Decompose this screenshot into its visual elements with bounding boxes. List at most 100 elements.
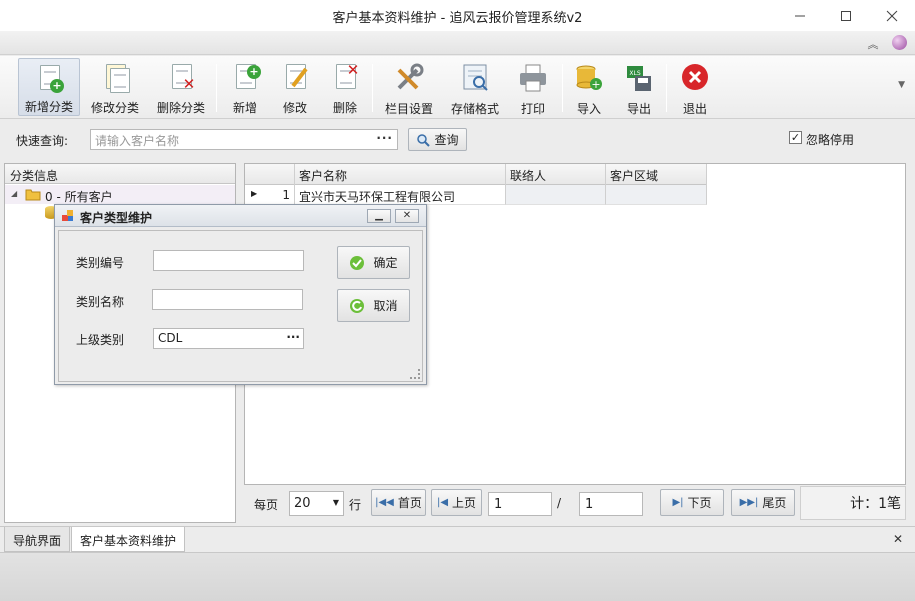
- import-icon: +: [573, 62, 605, 94]
- next-page-icon: ▶|: [672, 497, 684, 508]
- exit-button[interactable]: 退出: [672, 58, 718, 116]
- export-icon: XLS: [623, 62, 655, 94]
- table-row[interactable]: ▶ 1 宜兴市天马环保工程有限公司: [245, 185, 707, 205]
- dialog-app-icon: [62, 210, 73, 221]
- grid-header-indicator: [245, 164, 295, 185]
- close-tab-icon[interactable]: ✕: [893, 532, 903, 546]
- expand-arrow-icon[interactable]: ◢: [11, 189, 17, 198]
- column-settings-button[interactable]: 栏目设置: [378, 58, 440, 116]
- exit-icon: [679, 62, 711, 94]
- grid-header-contact[interactable]: 联络人: [506, 164, 606, 185]
- category-code-input[interactable]: [153, 250, 304, 271]
- collapse-ribbon-icon[interactable]: ︽: [865, 36, 881, 51]
- prev-page-button[interactable]: |◀ 上页: [431, 489, 482, 516]
- category-name-label: 类别名称: [76, 295, 125, 309]
- add-category-icon: +: [33, 63, 65, 93]
- document-tabs: 导航界面 客户基本资料维护 ✕: [0, 526, 915, 552]
- edit-category-icon: [99, 62, 131, 93]
- add-category-button[interactable]: + 新增分类: [18, 58, 80, 116]
- edit-button[interactable]: 修改: [272, 58, 318, 116]
- ellipsis-icon[interactable]: ···: [376, 131, 393, 145]
- current-page-input[interactable]: 1: [488, 492, 552, 516]
- cancel-button[interactable]: 取消: [337, 289, 410, 322]
- ok-button[interactable]: 确定: [337, 246, 410, 279]
- ellipsis-icon[interactable]: ···: [286, 330, 300, 344]
- tools-icon: [393, 62, 425, 94]
- cell-name[interactable]: 宜兴市天马环保工程有限公司: [295, 185, 506, 205]
- search-button-label: 查询: [434, 133, 459, 147]
- grid-header: 客户名称 联络人 客户区域: [245, 164, 707, 185]
- per-page-select[interactable]: 20 ▼: [289, 491, 344, 516]
- quick-search-label: 快速查询:: [16, 134, 69, 148]
- status-bar: [0, 552, 915, 601]
- add-button[interactable]: + 新增: [222, 58, 268, 116]
- print-button[interactable]: 打印: [510, 58, 556, 116]
- add-icon: +: [229, 62, 261, 93]
- maximize-icon: [841, 10, 851, 21]
- search-button[interactable]: 查询: [408, 128, 467, 151]
- import-button[interactable]: + 导入: [566, 58, 612, 116]
- row-pointer-icon: ▶: [251, 189, 258, 198]
- first-page-button[interactable]: |◀◀ 首页: [371, 489, 426, 516]
- export-button[interactable]: XLS 导出: [616, 58, 662, 116]
- quick-search-input[interactable]: 请输入客户名称 ···: [90, 129, 398, 150]
- toolbar: + 新增分类 修改分类 ✕ 删除分类 + 新增 修改 ✕ 删除 栏目设置 存储格…: [0, 56, 915, 119]
- tree-node-label: 0 - 所有客户: [45, 190, 113, 204]
- dropdown-arrow-icon: ▼: [332, 498, 339, 507]
- customer-type-dialog: 客户类型维护 ▁ ✕ 类别编号 类别名称 上级类别 CDL ··· 确定 取消: [54, 204, 427, 385]
- first-page-icon: |◀◀: [375, 497, 394, 508]
- delete-icon: ✕: [329, 62, 361, 93]
- delete-category-button[interactable]: ✕ 删除分类: [150, 58, 212, 116]
- tab-navigation[interactable]: 导航界面: [4, 527, 71, 552]
- last-page-button[interactable]: ▶▶| 尾页: [731, 489, 795, 516]
- grid-header-name[interactable]: 客户名称: [295, 164, 506, 185]
- tree-node-all-customers[interactable]: ◢ 0 - 所有客户: [5, 185, 235, 204]
- last-page-icon: ▶▶|: [739, 497, 759, 508]
- svg-text:+: +: [591, 78, 600, 91]
- row-number: 1: [282, 188, 290, 202]
- cancel-refresh-icon: [350, 298, 365, 313]
- title-bar: 客户基本资料维护 - 追风云报价管理系统v2: [0, 0, 915, 31]
- maximize-button[interactable]: [823, 0, 869, 31]
- printer-icon: [517, 62, 549, 94]
- save-layout-button[interactable]: 存储格式: [444, 58, 506, 116]
- cell-contact[interactable]: [506, 185, 606, 205]
- svg-text:XLS: XLS: [629, 70, 640, 77]
- pager: 每页 20 ▼ 行 |◀◀ 首页 |◀ 上页 1 / 1 ▶| 下页 ▶▶| 尾…: [244, 486, 906, 522]
- quick-search-row: 快速查询: 请输入客户名称 ··· 查询: [0, 120, 915, 158]
- page-separator: /: [557, 496, 562, 510]
- rows-unit-label: 行: [349, 498, 362, 512]
- parent-category-label: 上级类别: [76, 333, 125, 347]
- dialog-minimize-button[interactable]: ▁: [367, 209, 391, 223]
- delete-category-icon: ✕: [165, 62, 197, 93]
- grid-header-region[interactable]: 客户区域: [606, 164, 707, 185]
- total-pages-display: 1: [579, 492, 643, 516]
- close-icon: [886, 10, 898, 21]
- resize-grip-icon[interactable]: [410, 369, 420, 379]
- delete-button[interactable]: ✕ 删除: [322, 58, 368, 116]
- total-count: 计：1笔: [800, 486, 906, 520]
- close-button[interactable]: [869, 0, 915, 31]
- check-icon: [350, 255, 365, 270]
- edit-icon: [279, 62, 311, 93]
- parent-category-input[interactable]: CDL ···: [153, 328, 304, 349]
- edit-category-button[interactable]: 修改分类: [84, 58, 146, 116]
- tab-customer-info[interactable]: 客户基本资料维护: [71, 527, 186, 552]
- category-name-input[interactable]: [152, 289, 303, 310]
- quick-search-placeholder: 请输入客户名称: [95, 134, 180, 148]
- toolbar-overflow-icon[interactable]: ▼: [898, 80, 905, 90]
- dialog-close-button[interactable]: ✕: [395, 209, 419, 223]
- category-code-label: 类别编号: [76, 256, 125, 270]
- folder-icon: [25, 189, 41, 201]
- ignore-disabled-checkbox[interactable]: ✓: [789, 131, 802, 144]
- search-icon: [417, 133, 431, 147]
- dialog-title-bar[interactable]: 客户类型维护 ▁ ✕: [55, 205, 426, 227]
- save-layout-icon: [459, 62, 491, 94]
- prev-page-icon: |◀: [436, 497, 449, 508]
- cell-region[interactable]: [606, 185, 707, 205]
- dialog-title: 客户类型维护: [80, 211, 153, 225]
- minimize-button[interactable]: [777, 0, 823, 31]
- next-page-button[interactable]: ▶| 下页: [660, 489, 724, 516]
- ignore-disabled-label: 忽略停用: [806, 133, 855, 147]
- skin-orb-icon[interactable]: [892, 35, 907, 50]
